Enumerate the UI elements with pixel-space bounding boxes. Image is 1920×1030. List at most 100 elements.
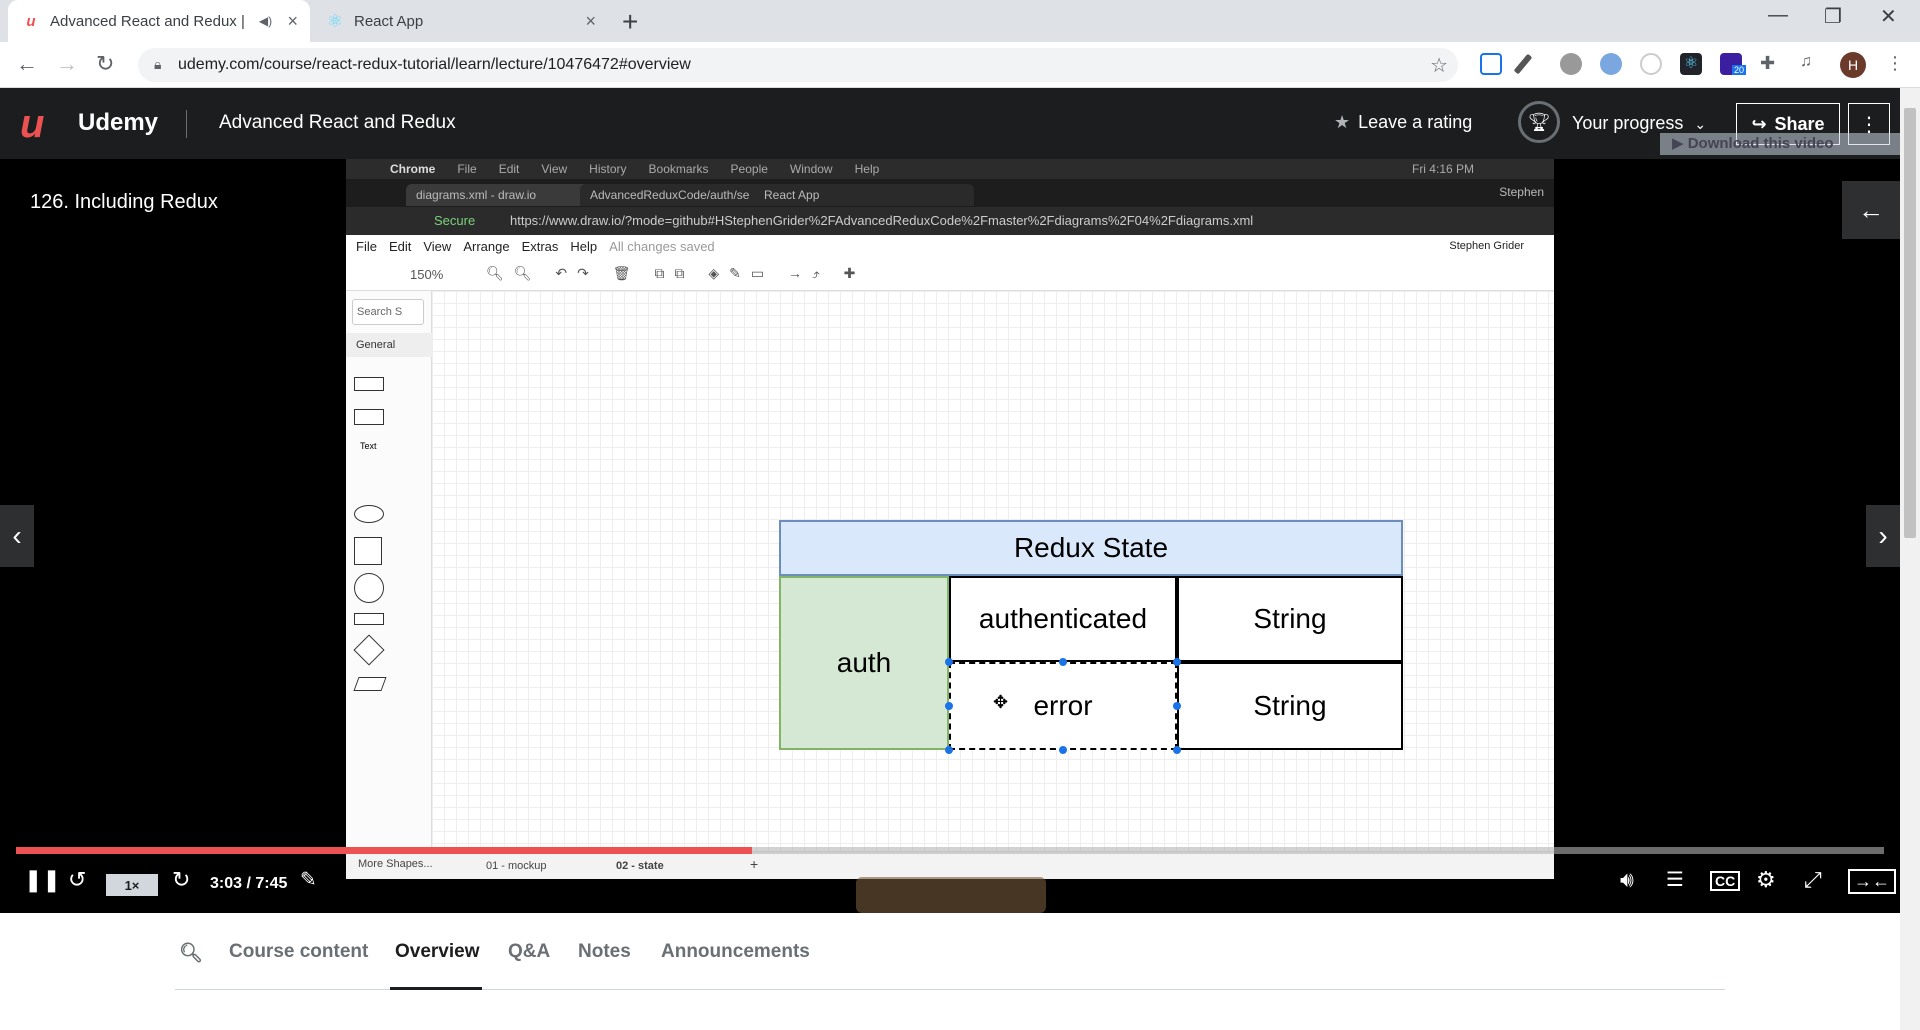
- recorded-user: Stephen: [1499, 185, 1544, 199]
- browser-tab-strip: u Advanced React and Redux | ◀) × ⚛ Reac…: [0, 0, 1920, 42]
- mac-clock: Fri 4:16 PM: [1411, 162, 1474, 176]
- graduation-extension-icon[interactable]: 20: [1720, 53, 1747, 75]
- video-frame: Chrome File Edit View History Bookmarks …: [346, 159, 1554, 879]
- ellipse-shape: [354, 505, 384, 523]
- next-lecture-icon[interactable]: ›: [1866, 505, 1900, 567]
- fullscreen-icon[interactable]: ⤢: [1804, 867, 1822, 893]
- theater-mode-icon[interactable]: →←: [1848, 869, 1896, 894]
- lock-icon[interactable]: 🔒︎: [154, 56, 161, 73]
- video-progress-fill: [16, 847, 752, 854]
- browser-tab-react-app[interactable]: ⚛ React App ×: [312, 0, 608, 42]
- rewind-icon[interactable]: ↺: [68, 867, 86, 893]
- download-video-badge[interactable]: ▶ Download this video: [1660, 133, 1900, 155]
- address-bar[interactable]: 🔒︎ udemy.com/course/react-redux-tutorial…: [138, 48, 1458, 82]
- maximize-window-icon[interactable]: ❐: [1824, 4, 1842, 29]
- your-progress-dropdown[interactable]: Your progress ⌄: [1572, 113, 1706, 134]
- diamond-shape: [353, 634, 385, 666]
- pause-icon[interactable]: ❚❚: [24, 867, 61, 893]
- selection-handle: [1059, 658, 1067, 666]
- previous-lecture-icon[interactable]: ‹: [0, 505, 34, 567]
- mac-menu-bar: Chrome File Edit View History Bookmarks …: [346, 159, 1554, 179]
- udemy-logo-icon[interactable]: u: [20, 102, 44, 147]
- trophy-icon[interactable]: 🏆︎: [1518, 101, 1560, 143]
- leave-rating-button[interactable]: ★ Leave a rating: [1334, 112, 1472, 133]
- mac-menu-item: History: [589, 162, 627, 176]
- redux-state-diagram: Redux State auth authenticated String er…: [779, 520, 1403, 754]
- tab-course-content[interactable]: Course content: [229, 941, 368, 963]
- course-title[interactable]: Advanced React and Redux: [219, 112, 456, 134]
- volume-icon[interactable]: 🔊︎: [1620, 867, 1634, 893]
- url-text: udemy.com/course/react-redux-tutorial/le…: [178, 56, 691, 73]
- move-cursor-icon: ✥: [993, 692, 1009, 712]
- playback-speed-button[interactable]: 1×: [106, 874, 158, 896]
- drawio-toolbar: 150% 🔍︎🔍︎ ↶↷ 🗑︎ ⧉⧉ ◈✎▭ →⤴ ✚: [346, 257, 1554, 291]
- minimize-window-icon[interactable]: —: [1768, 4, 1788, 27]
- selection-handle: [945, 702, 953, 710]
- transcript-icon[interactable]: ☰: [1666, 867, 1684, 892]
- tab-overview[interactable]: Overview: [395, 941, 480, 963]
- speaker-icon[interactable]: ◀): [259, 14, 272, 28]
- video-progress-bar[interactable]: [16, 847, 1884, 854]
- bookmark-star-icon[interactable]: ☆: [1430, 53, 1448, 78]
- video-time: 3:03 / 7:45: [210, 875, 288, 892]
- selection-handle: [945, 658, 953, 666]
- mac-menu-item: Window: [789, 162, 833, 176]
- selection-handle: [1173, 658, 1181, 666]
- text-shape: Text: [360, 441, 377, 451]
- extensions-puzzle-icon[interactable]: ✚: [1760, 53, 1782, 75]
- drawio-menu-item: Help: [570, 238, 598, 254]
- browser-tab-udemy[interactable]: u Advanced React and Redux | ◀) ×: [8, 0, 310, 42]
- selection-handle: [1173, 702, 1181, 710]
- mac-menu-item: Bookmarks: [648, 162, 709, 176]
- react-favicon-icon: ⚛: [326, 10, 344, 31]
- settings-gear-icon[interactable]: ⚙: [1756, 867, 1776, 893]
- forward-icon[interactable]: ↻: [172, 867, 190, 893]
- close-tab-icon[interactable]: ×: [287, 11, 298, 32]
- close-sidebar-arrow-icon[interactable]: ←: [1842, 181, 1900, 239]
- mac-menu-item: People: [730, 162, 768, 176]
- mac-menu-item: Help: [854, 162, 880, 176]
- mac-menu-item: Chrome: [390, 162, 436, 176]
- recorded-url: https://www.draw.io/?mode=github#HStephe…: [510, 213, 1254, 228]
- search-icon[interactable]: 🔍︎: [179, 941, 203, 965]
- close-window-icon[interactable]: ✕: [1880, 4, 1897, 29]
- new-tab-button[interactable]: +: [622, 6, 638, 38]
- globe-extension-icon[interactable]: [1600, 53, 1622, 75]
- add-note-icon[interactable]: ✎: [300, 867, 317, 892]
- star-icon: ★: [1334, 112, 1351, 132]
- parallelogram-shape: [353, 677, 387, 691]
- drawio-menu-bar: File Edit View Arrange Extras Help All c…: [346, 235, 1554, 257]
- profile-avatar[interactable]: H: [1840, 52, 1866, 78]
- react-devtools-icon[interactable]: ⚛: [1680, 53, 1702, 75]
- page-scrollbar[interactable]: [1900, 88, 1920, 1030]
- scrollbar-thumb[interactable]: [1904, 108, 1916, 538]
- drawio-tool-icons: 🔍︎🔍︎ ↶↷ 🗑︎ ⧉⧉ ◈✎▭ →⤴ ✚: [486, 265, 866, 281]
- mac-menu-item: Edit: [498, 162, 520, 176]
- reload-icon[interactable]: ↻: [96, 51, 114, 77]
- drawio-menu-item: Edit: [388, 238, 412, 254]
- diagram-group-auth: auth: [779, 576, 949, 750]
- tab-qa[interactable]: Q&A: [508, 941, 550, 963]
- circle-shape: [354, 573, 384, 603]
- drawio-menu-item: Arrange: [463, 238, 510, 254]
- drawio-menu-item: View: [423, 238, 452, 254]
- udemy-favicon-icon: u: [26, 12, 36, 30]
- forward-icon[interactable]: →: [56, 51, 78, 77]
- close-tab-icon[interactable]: ×: [585, 11, 596, 32]
- settings-extension-icon[interactable]: [1560, 53, 1582, 75]
- tab-announcements[interactable]: Announcements: [661, 941, 810, 963]
- tab-notes[interactable]: Notes: [578, 941, 631, 963]
- captions-icon[interactable]: CC: [1710, 871, 1741, 891]
- active-tab-indicator: [390, 987, 482, 990]
- video-player[interactable]: Chrome File Edit View History Bookmarks …: [0, 159, 1900, 913]
- chrome-menu-icon[interactable]: ⋮: [1886, 53, 1908, 75]
- back-icon[interactable]: ←: [16, 51, 38, 77]
- timer-extension-icon[interactable]: [1640, 53, 1662, 75]
- lecture-title: 126. Including Redux: [30, 191, 218, 213]
- tab-title: Advanced React and Redux |: [50, 12, 245, 30]
- extension-icon[interactable]: [1480, 53, 1502, 75]
- selection-handle: [945, 746, 953, 754]
- udemy-logo-text[interactable]: Udemy: [78, 109, 158, 137]
- process-shape: [354, 613, 384, 625]
- media-control-icon[interactable]: ♫: [1800, 53, 1822, 75]
